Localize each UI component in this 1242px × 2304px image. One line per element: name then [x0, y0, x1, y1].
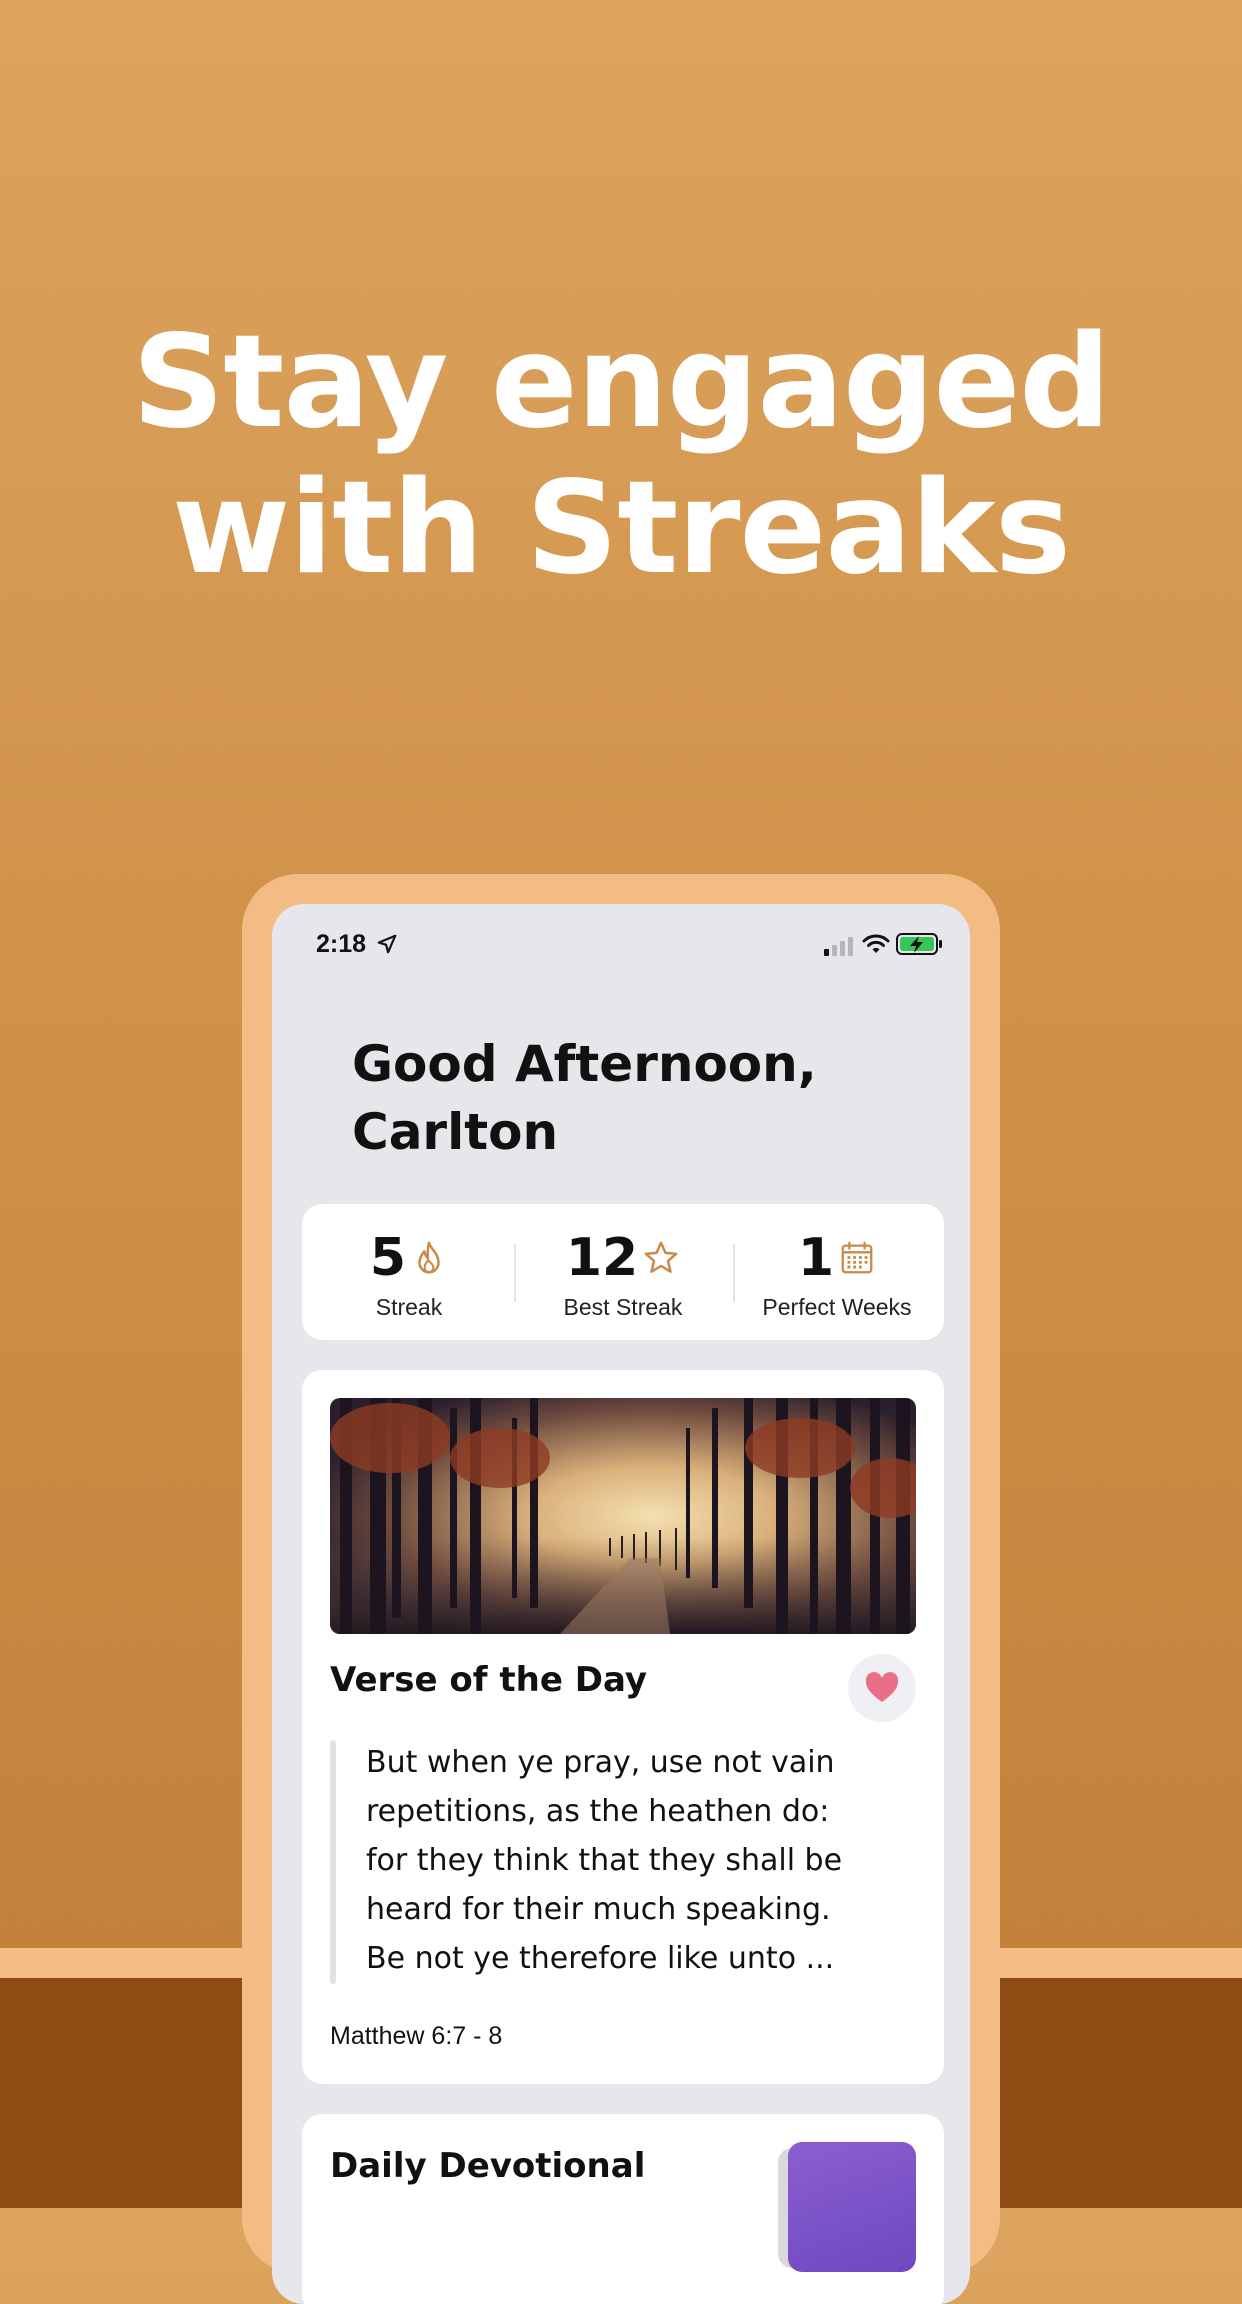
heart-icon	[865, 1672, 899, 1702]
location-arrow-icon	[377, 934, 397, 954]
verse-title: Verse of the Day	[330, 1660, 648, 1700]
calendar-icon	[841, 1241, 873, 1274]
stat-best-streak: 12 Best Streak	[516, 1204, 730, 1340]
stat-streak-label: Streak	[375, 1294, 443, 1320]
verse-line: But when ye pray, use not vain	[366, 1745, 835, 1780]
verse-line: Be not ye therefore like unto ...	[366, 1941, 835, 1976]
streak-stats-card[interactable]: 5 Streak 12 Best Streak 1 Perfect Weeks	[302, 1204, 944, 1340]
forest-photo	[330, 1398, 916, 1634]
favorite-button[interactable]	[848, 1654, 916, 1722]
star-icon	[644, 1241, 678, 1273]
headline-line-1: Stay engaged	[132, 308, 1111, 457]
stat-perfect-weeks-value-row: 1	[730, 1228, 944, 1288]
stat-best-streak-label: Best Streak	[563, 1294, 683, 1320]
devotional-title: Daily Devotional	[330, 2146, 646, 2186]
stat-perfect-weeks-value: 1	[797, 1228, 835, 1288]
stat-streak: 5 Streak	[302, 1204, 516, 1340]
verse-line: for they think that they shall be	[366, 1843, 843, 1878]
stat-streak-value: 5	[369, 1228, 407, 1288]
status-time: 2:18	[316, 930, 367, 958]
flame-icon	[418, 1241, 440, 1274]
daily-devotional-card[interactable]: Daily Devotional	[302, 2114, 944, 2304]
headline-line-2: with Streaks	[172, 454, 1071, 603]
status-bar: 2:18	[272, 904, 970, 988]
devotional-thumbnail[interactable]	[788, 2142, 916, 2272]
wifi-icon	[862, 934, 890, 953]
stat-streak-value-row: 5	[302, 1228, 516, 1288]
battery-charging-icon	[896, 933, 942, 955]
marketing-headline: Stay engaged with Streaks	[0, 310, 1242, 602]
verse-reference: Matthew 6:7 - 8	[330, 2022, 503, 2050]
verse-of-the-day-card[interactable]: Verse of the Day But when ye pray, use n…	[302, 1370, 944, 2084]
phone-frame: 2:18 Good Afternoon, Carlton 5 Streak 12…	[242, 874, 1000, 2304]
verse-line: heard for their much speaking.	[366, 1892, 831, 1927]
greeting-title: Good Afternoon, Carlton	[352, 1030, 912, 1166]
stat-perfect-weeks: 1 Perfect Weeks	[730, 1204, 944, 1340]
stat-perfect-weeks-label: Perfect Weeks	[762, 1294, 912, 1320]
greeting-line-1: Good Afternoon,	[352, 1035, 817, 1093]
verse-line: repetitions, as the heathen do:	[366, 1794, 830, 1829]
phone-screen: 2:18 Good Afternoon, Carlton 5 Streak 12…	[272, 904, 970, 2304]
quote-bar	[330, 1740, 336, 1984]
stat-best-streak-value: 12	[565, 1228, 639, 1288]
verse-text: But when ye pray, use not vain repetitio…	[366, 1738, 886, 1983]
stat-best-streak-value-row: 12	[516, 1228, 730, 1288]
cellular-signal-icon	[824, 937, 853, 956]
greeting-line-2: Carlton	[352, 1103, 559, 1161]
